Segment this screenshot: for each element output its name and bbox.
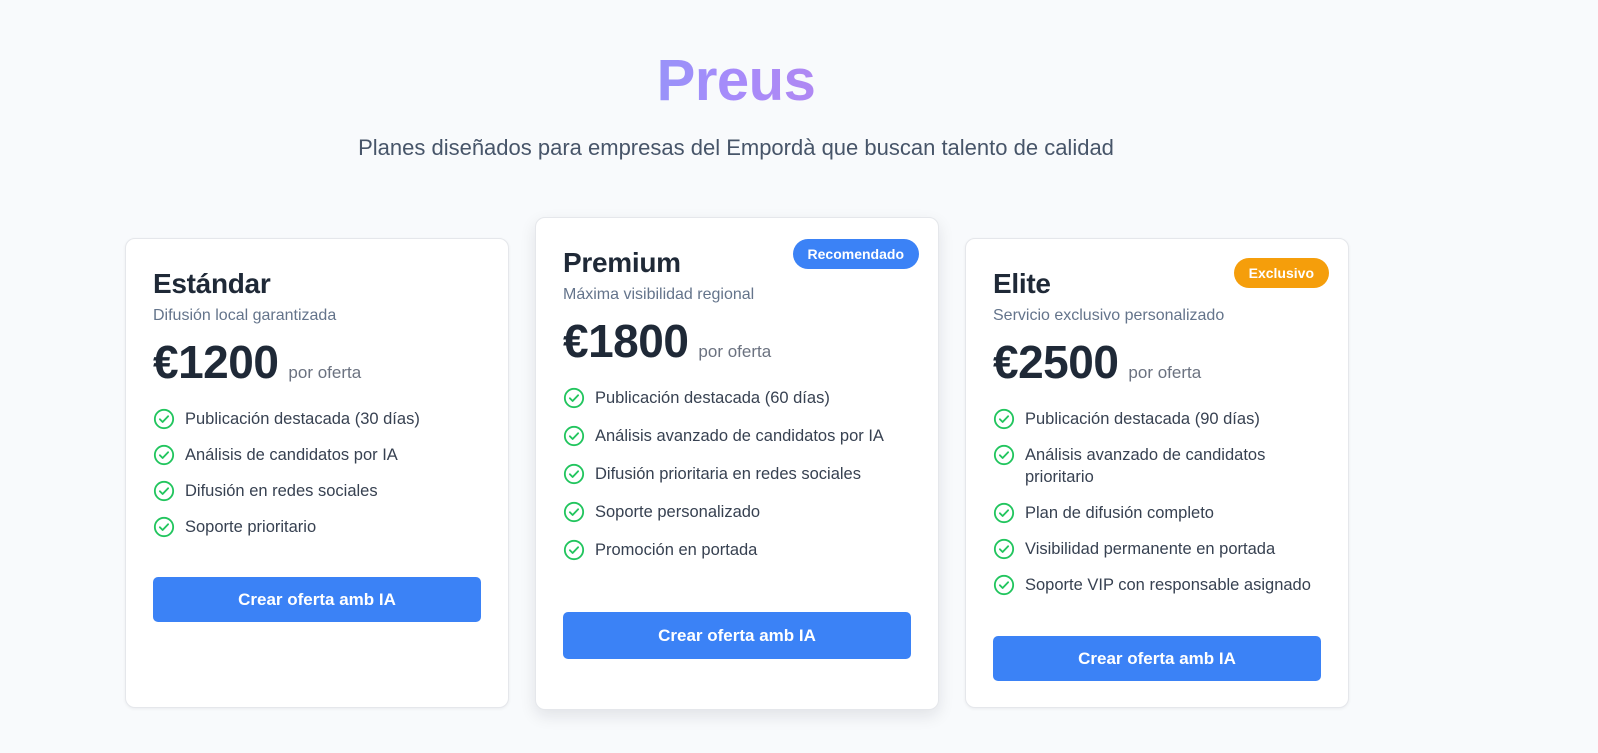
check-circle-icon xyxy=(563,501,585,523)
price-period: por oferta xyxy=(288,363,362,382)
feature-item: Análisis avanzado de candidatos por IA xyxy=(563,425,911,447)
plan-name: Elite xyxy=(993,268,1051,299)
feature-item: Difusión prioritaria en redes sociales xyxy=(563,463,911,485)
check-circle-icon xyxy=(563,425,585,447)
price-row: €1200 por oferta xyxy=(153,334,481,390)
check-circle-icon xyxy=(993,444,1015,466)
feature-text: Publicación destacada (60 días) xyxy=(595,389,830,407)
feature-text: Soporte prioritario xyxy=(185,518,317,536)
feature-item: Plan de difusión completo xyxy=(993,502,1321,524)
plan-card-body: Estándar Difusión local garantizada €120… xyxy=(153,267,481,552)
check-circle-icon xyxy=(563,463,585,485)
feature-text: Análisis avanzado de candidatos por IA xyxy=(595,427,884,445)
feature-text: Promoción en portada xyxy=(595,541,758,559)
feature-item: Publicación destacada (90 días) xyxy=(993,408,1321,430)
plan-card-premium: Recomendado Premium Máxima visibilidad r… xyxy=(535,217,939,710)
check-circle-icon xyxy=(153,480,175,502)
feature-text: Publicación destacada (90 días) xyxy=(1025,410,1260,428)
plan-price: €1200 xyxy=(153,336,279,388)
feature-text: Publicación destacada (30 días) xyxy=(185,410,420,428)
check-circle-icon xyxy=(993,574,1015,596)
feature-text: Difusión en redes sociales xyxy=(185,482,378,500)
feature-item: Publicación destacada (30 días) xyxy=(153,408,481,430)
check-circle-icon xyxy=(993,408,1015,430)
check-circle-icon xyxy=(993,538,1015,560)
feature-text: Soporte VIP con responsable asignado xyxy=(1025,576,1311,594)
feature-item: Publicación destacada (60 días) xyxy=(563,387,911,409)
feature-item: Promoción en portada xyxy=(563,539,911,561)
price-period: por oferta xyxy=(1128,363,1202,382)
feature-item: Visibilidad permanente en portada xyxy=(993,538,1321,560)
plan-name: Premium xyxy=(563,247,681,278)
check-circle-icon xyxy=(153,516,175,538)
plan-description: Máxima visibilidad regional xyxy=(563,286,755,303)
feature-list: Publicación destacada (60 días) Análisis… xyxy=(563,387,911,561)
check-circle-icon xyxy=(153,408,175,430)
pricing-section: Preus Planes diseñados para empresas del… xyxy=(0,0,1598,753)
price-period: por oferta xyxy=(698,342,772,361)
feature-text: Análisis de candidatos por IA xyxy=(185,446,398,464)
create-offer-button[interactable]: Crear oferta amb IA xyxy=(993,636,1321,681)
plan-card-estandar: Estándar Difusión local garantizada €120… xyxy=(125,238,509,708)
plan-name: Estándar xyxy=(153,268,271,299)
plan-card-body: Elite Servicio exclusivo personalizado €… xyxy=(993,267,1321,610)
feature-item: Soporte prioritario xyxy=(153,516,481,538)
feature-text: Difusión prioritaria en redes sociales xyxy=(595,465,861,483)
feature-item: Soporte personalizado xyxy=(563,501,911,523)
feature-text: Análisis avanzado de candidatos priorita… xyxy=(1025,446,1266,486)
feature-text: Visibilidad permanente en portada xyxy=(1025,540,1276,558)
feature-item: Análisis de candidatos por IA xyxy=(153,444,481,466)
plan-description: Servicio exclusivo personalizado xyxy=(993,307,1225,324)
page-subtitle: Planes diseñados para empresas del Empor… xyxy=(358,135,1114,160)
create-offer-button[interactable]: Crear oferta amb IA xyxy=(563,612,911,659)
feature-item: Difusión en redes sociales xyxy=(153,480,481,502)
create-offer-button[interactable]: Crear oferta amb IA xyxy=(153,577,481,622)
plan-price: €2500 xyxy=(993,336,1119,388)
plan-description: Difusión local garantizada xyxy=(153,307,337,324)
plan-card-body: Premium Máxima visibilidad regional €180… xyxy=(563,246,911,577)
feature-list: Publicación destacada (90 días) Análisis… xyxy=(993,408,1321,596)
check-circle-icon xyxy=(563,539,585,561)
feature-text: Soporte personalizado xyxy=(595,503,761,521)
price-row: €1800 por oferta xyxy=(563,313,911,369)
check-circle-icon xyxy=(563,387,585,409)
feature-item: Análisis avanzado de candidatos priorita… xyxy=(993,444,1321,488)
page-title: Preus xyxy=(0,46,1472,116)
check-circle-icon xyxy=(153,444,175,466)
price-row: €2500 por oferta xyxy=(993,334,1321,390)
plan-price: €1800 xyxy=(563,315,689,367)
plan-card-elite: Exclusivo Elite Servicio exclusivo perso… xyxy=(965,238,1349,708)
feature-text: Plan de difusión completo xyxy=(1025,504,1214,522)
check-circle-icon xyxy=(993,502,1015,524)
feature-item: Soporte VIP con responsable asignado xyxy=(993,574,1321,596)
feature-list: Publicación destacada (30 días) Análisis… xyxy=(153,408,481,538)
